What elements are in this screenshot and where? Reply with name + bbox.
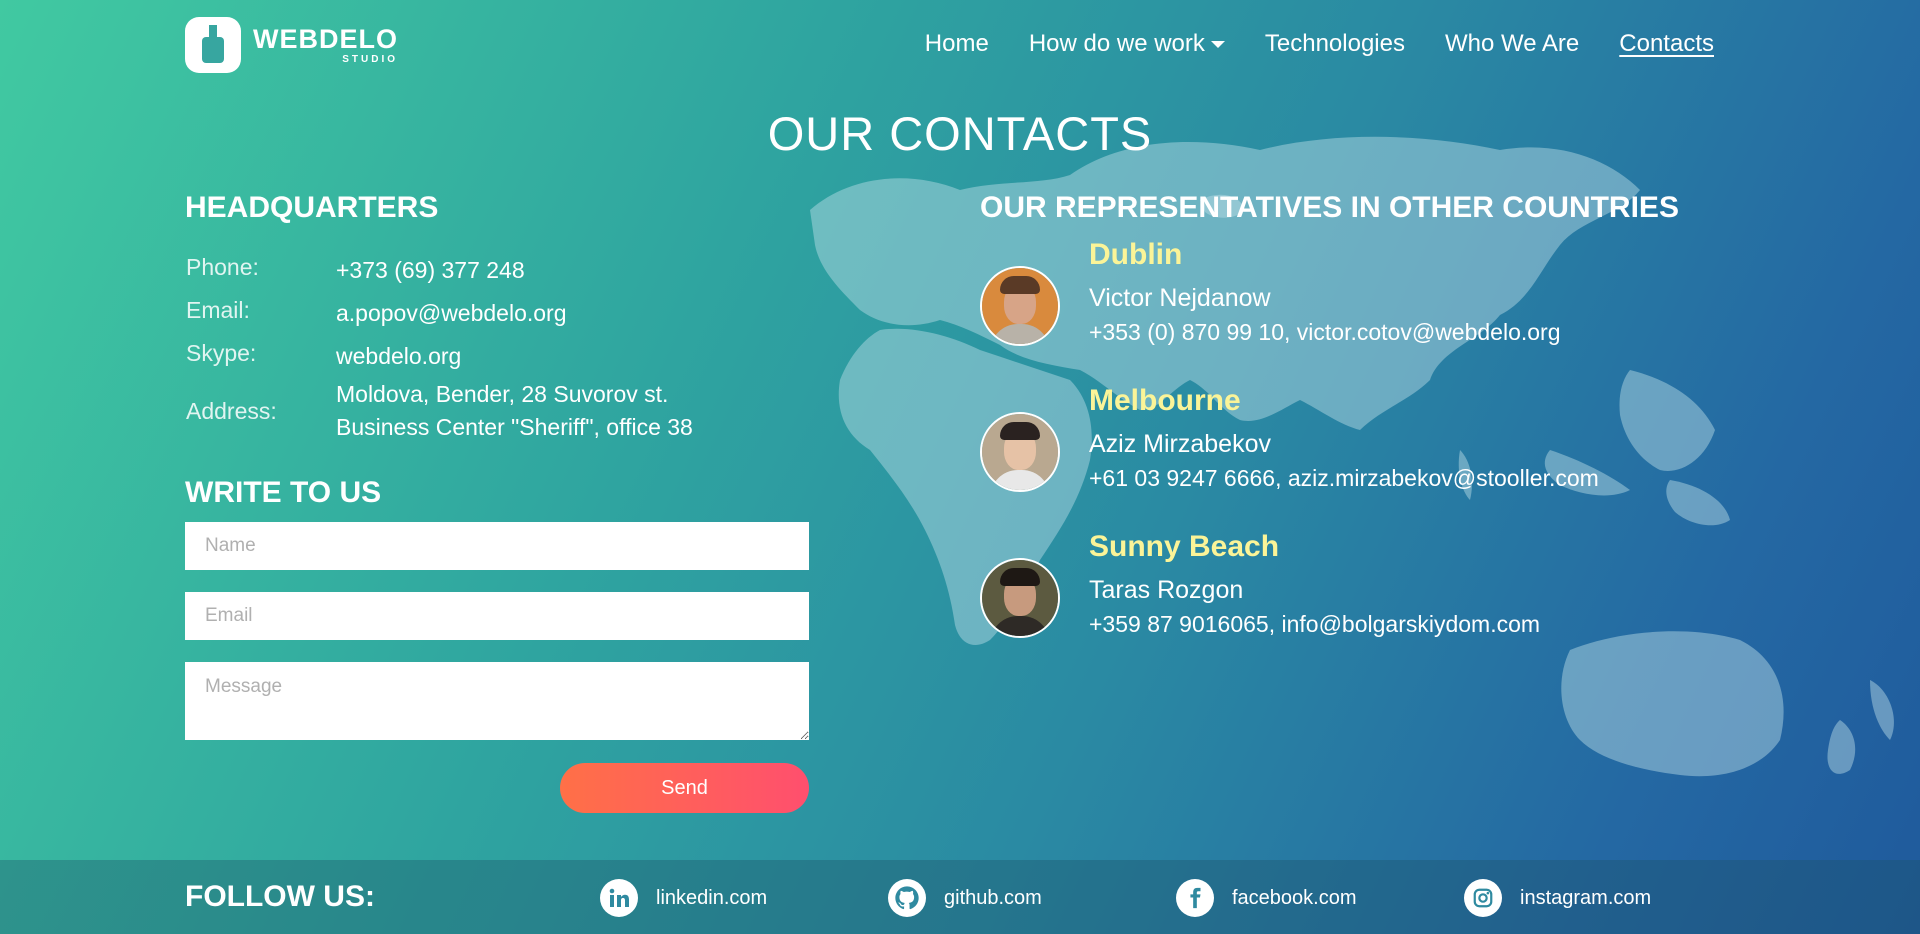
nav-who-we-are[interactable]: Who We Are [1445, 30, 1579, 58]
instagram-icon [1464, 879, 1502, 917]
hq-phone-row: Phone: +373 (69) 377 248 [186, 254, 766, 287]
social-link-linkedin[interactable]: linkedin.com [600, 879, 767, 917]
avatar [980, 266, 1060, 346]
nav-home[interactable]: Home [925, 30, 989, 58]
rep-city: Sunny Beach [1089, 530, 1280, 563]
social-link-github[interactable]: github.com [888, 879, 1042, 917]
avatar [980, 558, 1060, 638]
footer: FOLLOW US: linkedin.com github.com faceb… [0, 860, 1920, 934]
hq-address-row: Address: Moldova, Bender, 28 Suvorov st.… [186, 378, 766, 444]
address-label: Address: [186, 397, 277, 424]
skype-label: Skype: [186, 340, 257, 366]
phone-value[interactable]: +373 (69) 377 248 [336, 254, 766, 287]
facebook-label: facebook.com [1232, 886, 1357, 909]
rep-name: Taras Rozgon [1089, 576, 1244, 604]
rep-name: Victor Nejdanow [1089, 284, 1271, 312]
rep-name: Aziz Mirzabekov [1089, 430, 1271, 458]
rep-contact[interactable]: +353 (0) 870 99 10, victor.cotov@webdelo… [1089, 319, 1561, 346]
nav-technologies[interactable]: Technologies [1265, 30, 1405, 58]
nav-how-label: How do we work [1028, 30, 1205, 57]
nav-contacts[interactable]: Contacts [1619, 30, 1714, 58]
nav-how-do-we-work[interactable]: How do we work [1029, 30, 1225, 58]
logo[interactable]: WEBDELO STUDIO [185, 17, 398, 73]
skype-value[interactable]: webdelo.org [336, 340, 766, 373]
logo-name: WEBDELO [253, 23, 398, 54]
hq-email-row: Email: a.popov@webdelo.org [186, 297, 766, 330]
github-icon [888, 879, 926, 917]
linkedin-icon [600, 879, 638, 917]
avatar [980, 412, 1060, 492]
phone-label: Phone: [186, 254, 259, 280]
write-to-us-title: WRITE TO US [185, 476, 382, 509]
send-button[interactable]: Send [560, 763, 809, 813]
rep-contact[interactable]: +61 03 9247 6666, aziz.mirzabekov@stooll… [1089, 465, 1599, 492]
facebook-icon [1176, 879, 1214, 917]
email-input[interactable] [185, 592, 809, 640]
social-link-instagram[interactable]: instagram.com [1464, 879, 1651, 917]
address-value: Moldova, Bender, 28 Suvorov st. Business… [336, 381, 693, 440]
rep-contact[interactable]: +359 87 9016065, info@bolgarskiydom.com [1089, 611, 1540, 638]
follow-us-label: FOLLOW US: [185, 880, 375, 913]
logo-subtitle: STUDIO [342, 53, 398, 65]
headquarters-title: HEADQUARTERS [185, 191, 439, 224]
main-nav: Home How do we work Technologies Who We … [925, 30, 1714, 58]
logo-mark-icon [185, 17, 241, 73]
caret-down-icon [1210, 41, 1225, 49]
email-value[interactable]: a.popov@webdelo.org [336, 297, 766, 330]
linkedin-label: linkedin.com [656, 886, 768, 909]
name-input[interactable] [185, 522, 809, 570]
hq-skype-row: Skype: webdelo.org [186, 340, 766, 373]
instagram-label: instagram.com [1520, 886, 1652, 909]
social-link-facebook[interactable]: facebook.com [1176, 879, 1357, 917]
rep-city: Dublin [1089, 238, 1183, 271]
email-label: Email: [186, 297, 250, 323]
representatives-title: OUR REPRESENTATIVES IN OTHER COUNTRIES [980, 191, 1679, 224]
message-textarea[interactable] [185, 662, 809, 740]
github-label: github.com [944, 886, 1042, 909]
page-title: OUR CONTACTS [767, 107, 1153, 160]
rep-city: Melbourne [1089, 384, 1241, 417]
